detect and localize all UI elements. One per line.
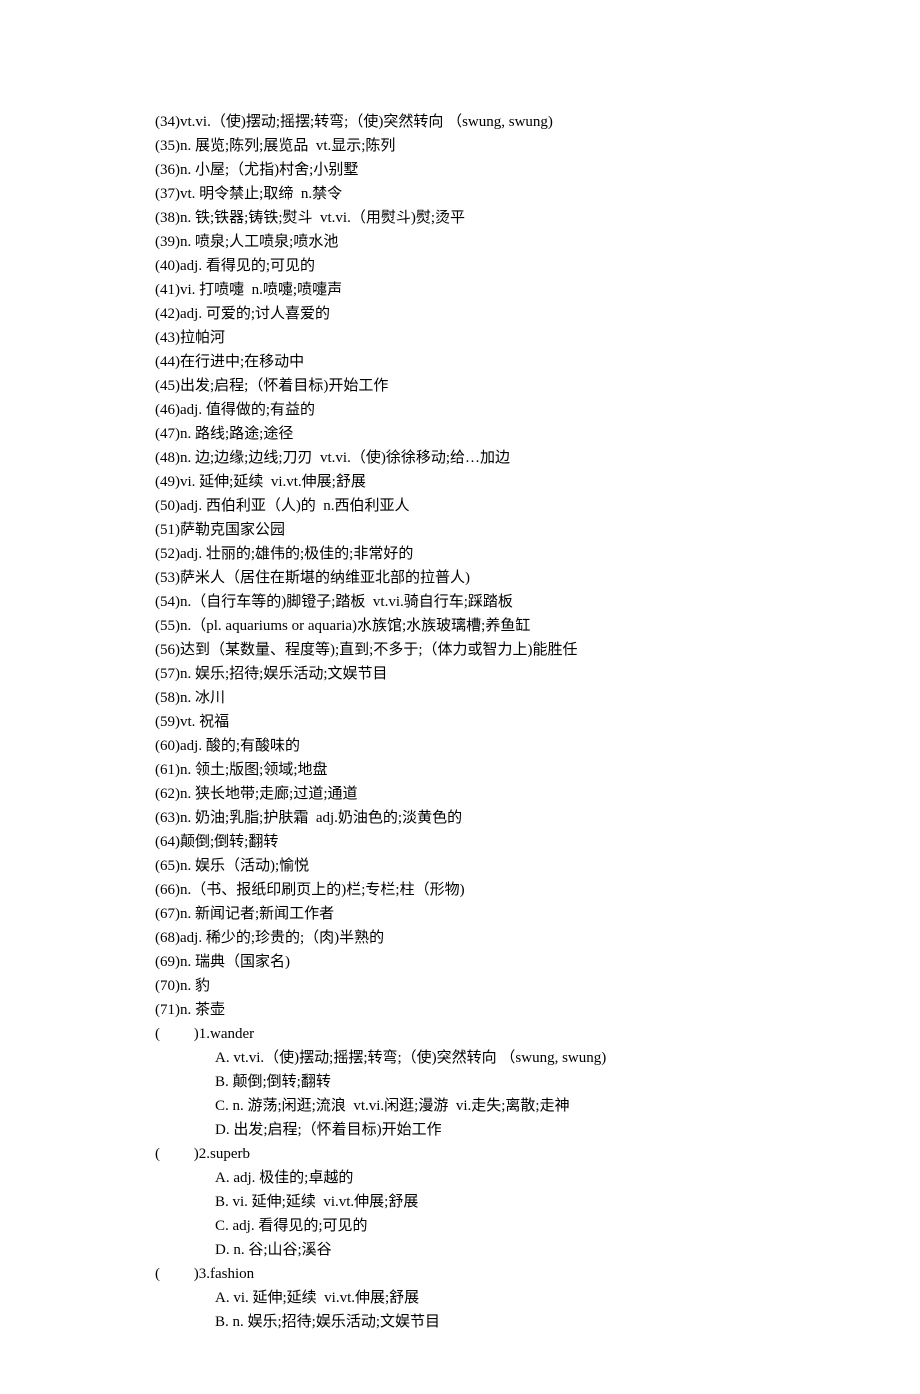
definition-line: (46)adj. 值得做的;有益的: [155, 398, 765, 422]
document-page: (34)vt.vi.（使)摆动;摇摆;转弯;（使)突然转向 （swung, sw…: [0, 0, 920, 1394]
definition-line: (45)出发;启程;（怀着目标)开始工作: [155, 374, 765, 398]
question-option: B. 颠倒;倒转;翻转: [155, 1070, 765, 1094]
question-option: A. vt.vi.（使)摆动;摇摆;转弯;（使)突然转向 （swung, swu…: [155, 1046, 765, 1070]
definition-line: (61)n. 领土;版图;领域;地盘: [155, 758, 765, 782]
definition-line: (66)n.（书、报纸印刷页上的)栏;专栏;柱（形物): [155, 878, 765, 902]
definition-line: (71)n. 茶壶: [155, 998, 765, 1022]
definition-line: (55)n.（pl. aquariums or aquaria)水族馆;水族玻璃…: [155, 614, 765, 638]
definition-line: (60)adj. 酸的;有酸味的: [155, 734, 765, 758]
question-option: D. n. 谷;山谷;溪谷: [155, 1238, 765, 1262]
definitions-list: (34)vt.vi.（使)摆动;摇摆;转弯;（使)突然转向 （swung, sw…: [155, 110, 765, 1022]
definition-line: (64)颠倒;倒转;翻转: [155, 830, 765, 854]
definition-line: (42)adj. 可爱的;讨人喜爱的: [155, 302, 765, 326]
question-option: D. 出发;启程;（怀着目标)开始工作: [155, 1118, 765, 1142]
definition-line: (37)vt. 明令禁止;取缔 n.禁令: [155, 182, 765, 206]
definition-line: (59)vt. 祝福: [155, 710, 765, 734]
definition-line: (50)adj. 西伯利亚（人)的 n.西伯利亚人: [155, 494, 765, 518]
definition-line: (49)vi. 延伸;延续 vi.vt.伸展;舒展: [155, 470, 765, 494]
question-option: C. adj. 看得见的;可见的: [155, 1214, 765, 1238]
definition-line: (62)n. 狭长地带;走廊;过道;通道: [155, 782, 765, 806]
definition-line: (69)n. 瑞典（国家名): [155, 950, 765, 974]
definition-line: (36)n. 小屋;（尤指)村舍;小别墅: [155, 158, 765, 182]
definition-line: (67)n. 新闻记者;新闻工作者: [155, 902, 765, 926]
definition-line: (58)n. 冰川: [155, 686, 765, 710]
definition-line: (47)n. 路线;路途;途径: [155, 422, 765, 446]
definition-line: (65)n. 娱乐（活动);愉悦: [155, 854, 765, 878]
definition-line: (70)n. 豹: [155, 974, 765, 998]
definition-line: (53)萨米人（居住在斯堪的纳维亚北部的拉普人): [155, 566, 765, 590]
question-line: ( )1.wander: [155, 1022, 765, 1046]
question-line: ( )2.superb: [155, 1142, 765, 1166]
definition-line: (43)拉帕河: [155, 326, 765, 350]
definition-line: (56)达到（某数量、程度等);直到;不多于;（体力或智力上)能胜任: [155, 638, 765, 662]
definition-line: (63)n. 奶油;乳脂;护肤霜 adj.奶油色的;淡黄色的: [155, 806, 765, 830]
definition-line: (41)vi. 打喷嚏 n.喷嚏;喷嚏声: [155, 278, 765, 302]
definition-line: (34)vt.vi.（使)摆动;摇摆;转弯;（使)突然转向 （swung, sw…: [155, 110, 765, 134]
question-option: A. adj. 极佳的;卓越的: [155, 1166, 765, 1190]
question-option: A. vi. 延伸;延续 vi.vt.伸展;舒展: [155, 1286, 765, 1310]
definition-line: (54)n.（自行车等的)脚镫子;踏板 vt.vi.骑自行车;踩踏板: [155, 590, 765, 614]
question-option: B. vi. 延伸;延续 vi.vt.伸展;舒展: [155, 1190, 765, 1214]
definition-line: (38)n. 铁;铁器;铸铁;熨斗 vt.vi.（用熨斗)熨;烫平: [155, 206, 765, 230]
definition-line: (35)n. 展览;陈列;展览品 vt.显示;陈列: [155, 134, 765, 158]
definition-line: (39)n. 喷泉;人工喷泉;喷水池: [155, 230, 765, 254]
definition-line: (44)在行进中;在移动中: [155, 350, 765, 374]
question-option: B. n. 娱乐;招待;娱乐活动;文娱节目: [155, 1310, 765, 1334]
definition-line: (57)n. 娱乐;招待;娱乐活动;文娱节目: [155, 662, 765, 686]
questions-list: ( )1.wanderA. vt.vi.（使)摆动;摇摆;转弯;（使)突然转向 …: [155, 1022, 765, 1334]
definition-line: (48)n. 边;边缘;边线;刀刃 vt.vi.（使)徐徐移动;给…加边: [155, 446, 765, 470]
definition-line: (40)adj. 看得见的;可见的: [155, 254, 765, 278]
definition-line: (51)萨勒克国家公园: [155, 518, 765, 542]
definition-line: (52)adj. 壮丽的;雄伟的;极佳的;非常好的: [155, 542, 765, 566]
definition-line: (68)adj. 稀少的;珍贵的;（肉)半熟的: [155, 926, 765, 950]
question-option: C. n. 游荡;闲逛;流浪 vt.vi.闲逛;漫游 vi.走失;离散;走神: [155, 1094, 765, 1118]
question-line: ( )3.fashion: [155, 1262, 765, 1286]
